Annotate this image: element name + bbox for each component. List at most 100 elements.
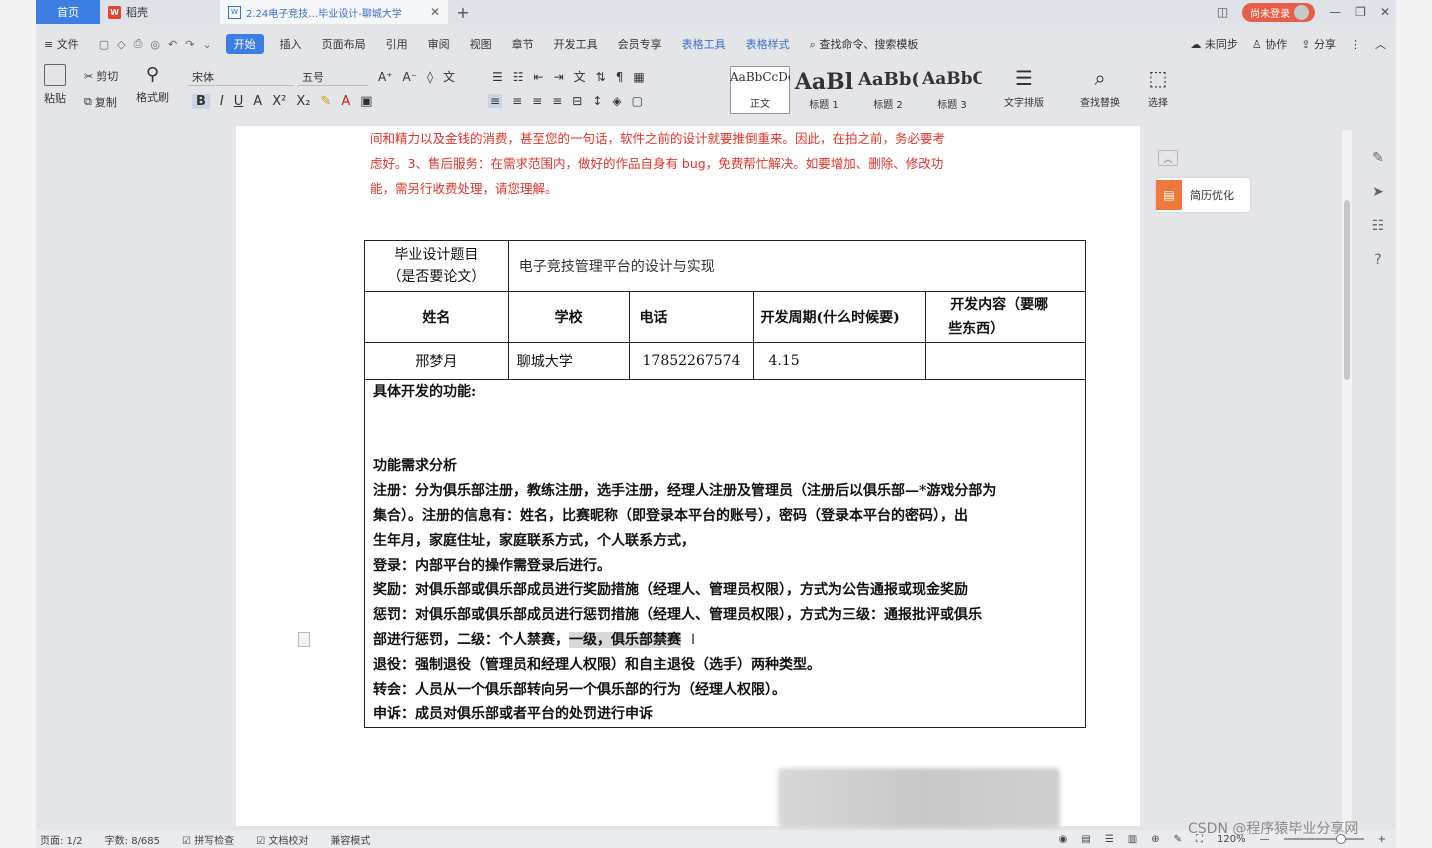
scroll-thumb[interactable]: [1344, 200, 1350, 380]
undo-icon[interactable]: ↶: [168, 38, 177, 51]
pointer-icon[interactable]: ➤: [1372, 184, 1384, 200]
distribute-icon[interactable]: ⊟: [572, 94, 582, 108]
tab-document[interactable]: W 2.24电子竞技…毕业设计-聊城大学 ✕: [220, 0, 448, 24]
cell-content[interactable]: [925, 342, 1086, 380]
decrease-indent-icon[interactable]: ⇤: [534, 70, 544, 84]
grow-font-icon[interactable]: A⁺: [378, 70, 393, 84]
eye-protect-icon[interactable]: ◉: [1059, 834, 1068, 845]
header-school[interactable]: 学校: [507, 291, 630, 343]
sort-icon[interactable]: ⇅: [596, 70, 606, 84]
phonetic-icon[interactable]: 文: [443, 68, 455, 85]
menu-review[interactable]: 审阅: [428, 36, 450, 52]
underline-icon[interactable]: U: [234, 94, 244, 109]
strikethrough-icon[interactable]: A: [253, 94, 262, 109]
text-layout-button[interactable]: ☰ 文字排版: [1004, 66, 1044, 109]
justify-icon[interactable]: ≡: [552, 94, 562, 108]
window-layout-icon[interactable]: ◫: [1217, 5, 1228, 19]
font-color-icon[interactable]: A: [341, 94, 350, 109]
header-phone[interactable]: 电话: [628, 291, 755, 343]
more-options-icon[interactable]: ⋮: [1350, 38, 1361, 51]
menu-section[interactable]: 章节: [512, 36, 534, 52]
align-left-icon[interactable]: ≡: [488, 94, 503, 108]
share-button[interactable]: ⇪ 分享: [1301, 36, 1336, 52]
align-right-icon[interactable]: ≡: [532, 94, 542, 108]
style-heading-1[interactable]: AaBl 标题 1: [794, 66, 854, 114]
pen-icon[interactable]: ✎: [1372, 150, 1384, 166]
quick-preview-icon[interactable]: ◎: [150, 38, 160, 51]
menu-table-style[interactable]: 表格样式: [746, 36, 790, 52]
vertical-scrollbar[interactable]: [1342, 130, 1352, 848]
restore-icon[interactable]: ❐: [1355, 5, 1366, 19]
login-button[interactable]: 尚未登录: [1242, 2, 1316, 22]
resume-optimize-button[interactable]: ▤ 简历优化: [1156, 178, 1250, 212]
copy-button[interactable]: ⧉ 复制: [84, 94, 117, 110]
header-content[interactable]: 开发内容（要哪 些东西）: [925, 291, 1086, 343]
style-heading-3[interactable]: AaBbC 标题 3: [922, 66, 982, 114]
italic-icon[interactable]: I: [220, 94, 224, 109]
topic-value-cell[interactable]: 电子竞技管理平台的设计与实现: [507, 240, 1087, 292]
zoom-in-icon[interactable]: +: [1378, 834, 1386, 845]
tab-daoke[interactable]: W 稻壳: [100, 0, 220, 24]
style-normal[interactable]: AaBbCcDd 正文: [730, 66, 790, 114]
highlight-color-icon[interactable]: ✎: [320, 94, 331, 109]
select-button[interactable]: ⬚ 选择: [1148, 66, 1168, 109]
close-tab-icon[interactable]: ✕: [430, 5, 440, 19]
quick-export-icon[interactable]: ◇: [117, 38, 125, 51]
menu-table-tools[interactable]: 表格工具: [682, 36, 726, 52]
web-view-icon[interactable]: ⊕: [1151, 834, 1159, 845]
header-name[interactable]: 姓名: [364, 291, 509, 343]
document-page[interactable]: 间和精力以及金钱的消费，甚至您的一句话，软件之前的设计就要推倒重来。因此，在拍之…: [236, 126, 1140, 828]
tab-home[interactable]: 首页: [36, 0, 100, 24]
menu-view[interactable]: 视图: [470, 36, 492, 52]
paragraph-marker-icon[interactable]: [298, 632, 310, 647]
collapse-ribbon-icon[interactable]: ︿: [1375, 36, 1386, 52]
font-name-select[interactable]: 宋体: [188, 68, 294, 86]
quick-more-icon[interactable]: ⌄: [202, 38, 211, 51]
menu-home[interactable]: 开始: [225, 34, 264, 54]
minimize-icon[interactable]: —: [1329, 5, 1341, 19]
superscript-icon[interactable]: X²: [272, 94, 286, 109]
menu-file[interactable]: ≡ 文件: [44, 36, 79, 52]
cell-name[interactable]: 邢梦月: [364, 342, 509, 380]
write-mode-icon[interactable]: ✎: [1174, 834, 1182, 845]
redo-icon[interactable]: ↷: [185, 38, 194, 51]
adjust-icon[interactable]: ☷: [1372, 218, 1385, 234]
clear-format-icon[interactable]: ◊: [427, 70, 433, 84]
menu-developer[interactable]: 开发工具: [554, 36, 598, 52]
align-center-icon[interactable]: ≡: [512, 94, 522, 108]
sync-button[interactable]: ☁ 未同步: [1190, 36, 1238, 52]
cut-button[interactable]: ✂ 剪切: [84, 68, 118, 84]
spell-check[interactable]: ☑ 拼写检查: [182, 832, 234, 847]
shading-icon[interactable]: ◈: [612, 94, 621, 108]
subscript-icon[interactable]: X₂: [296, 94, 310, 109]
selected-text[interactable]: 一级，俱乐部禁赛: [569, 631, 681, 648]
quick-print-icon[interactable]: ⎙: [134, 37, 143, 51]
collapse-panel-icon[interactable]: ︿: [1158, 150, 1178, 166]
border-icon[interactable]: ▢: [632, 94, 643, 108]
new-tab-button[interactable]: +: [448, 0, 478, 24]
table-grid-icon[interactable]: ▦: [633, 70, 644, 84]
word-count[interactable]: 字数: 8/685: [105, 832, 160, 847]
paste-button[interactable]: 粘贴: [44, 64, 66, 106]
line-spacing-icon[interactable]: ↕: [592, 94, 602, 108]
outline-view-icon[interactable]: ☰: [1105, 834, 1114, 845]
shrink-font-icon[interactable]: A⁻: [403, 70, 418, 84]
close-window-icon[interactable]: ✕: [1380, 5, 1390, 19]
help-icon[interactable]: ?: [1374, 252, 1381, 268]
bold-icon[interactable]: B: [192, 94, 210, 109]
features-cell[interactable]: 具体开发的功能: 功能需求分析 注册：分为俱乐部注册，教练注册，选手注册，经理人…: [364, 378, 1086, 729]
numbered-list-icon[interactable]: ☷: [513, 70, 524, 84]
format-painter-button[interactable]: ⚲ 格式刷: [136, 64, 169, 105]
menu-layout[interactable]: 页面布局: [322, 36, 366, 52]
menu-member[interactable]: 会员专享: [618, 36, 662, 52]
quick-save-icon[interactable]: ▢: [99, 38, 109, 51]
cell-period[interactable]: 4.15: [753, 342, 927, 380]
cell-phone[interactable]: 17852267574: [628, 342, 755, 380]
bullet-list-icon[interactable]: ☰: [492, 70, 503, 84]
search-command[interactable]: ⌕ 查找命令、搜索模板: [810, 36, 919, 52]
show-marks-icon[interactable]: ¶: [616, 70, 624, 84]
zoom-slider[interactable]: [1283, 834, 1364, 844]
style-heading-2[interactable]: AaBb( 标题 2: [858, 66, 918, 114]
read-view-icon[interactable]: ▥: [1128, 834, 1137, 845]
collab-button[interactable]: ♙ 协作: [1252, 36, 1287, 52]
